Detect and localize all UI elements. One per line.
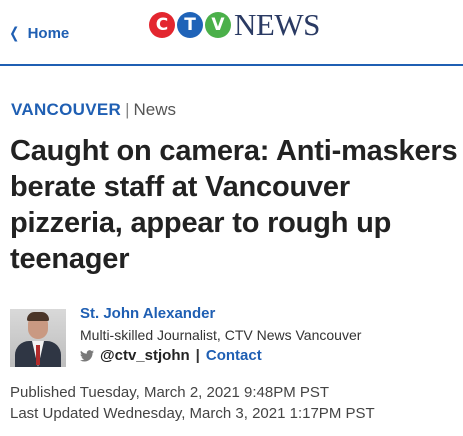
section-separator: | <box>125 100 130 119</box>
home-label: Home <box>27 24 70 42</box>
author-title: Multi-skilled Journalist, CTV News Vanco… <box>80 327 362 343</box>
section-label: VANCOUVER | News <box>11 100 176 120</box>
twitter-handle-link[interactable]: @ctv_stjohn <box>100 347 190 364</box>
updated-timestamp: Last Updated Wednesday, March 3, 2021 1:… <box>10 405 375 422</box>
home-link[interactable]: ❮ Home <box>8 24 70 43</box>
chevron-left-icon: ❮ <box>9 25 20 42</box>
contact-link[interactable]: Contact <box>206 347 262 364</box>
article-headline: Caught on camera: Anti-maskers berate st… <box>10 135 458 275</box>
author-avatar[interactable] <box>10 309 66 367</box>
logo-wordmark: NEWS <box>234 7 320 42</box>
published-timestamp: Published Tuesday, March 2, 2021 9:48PM … <box>10 384 330 401</box>
article-type: News <box>133 100 176 119</box>
ctv-news-logo[interactable]: C T V NEWS <box>149 9 320 40</box>
author-social: @ctv_stjohn | Contact <box>80 347 262 364</box>
header-divider <box>0 64 463 66</box>
logo-letter-t: T <box>177 11 203 38</box>
logo-letter-c: C <box>149 11 175 38</box>
logo-letter-v: V <box>205 11 231 38</box>
author-name-link[interactable]: St. John Alexander <box>80 305 215 322</box>
twitter-bird-icon <box>80 349 94 362</box>
social-separator: | <box>195 347 200 364</box>
site-header: ❮ Home C T V NEWS <box>0 0 463 64</box>
section-link[interactable]: VANCOUVER <box>11 100 121 119</box>
